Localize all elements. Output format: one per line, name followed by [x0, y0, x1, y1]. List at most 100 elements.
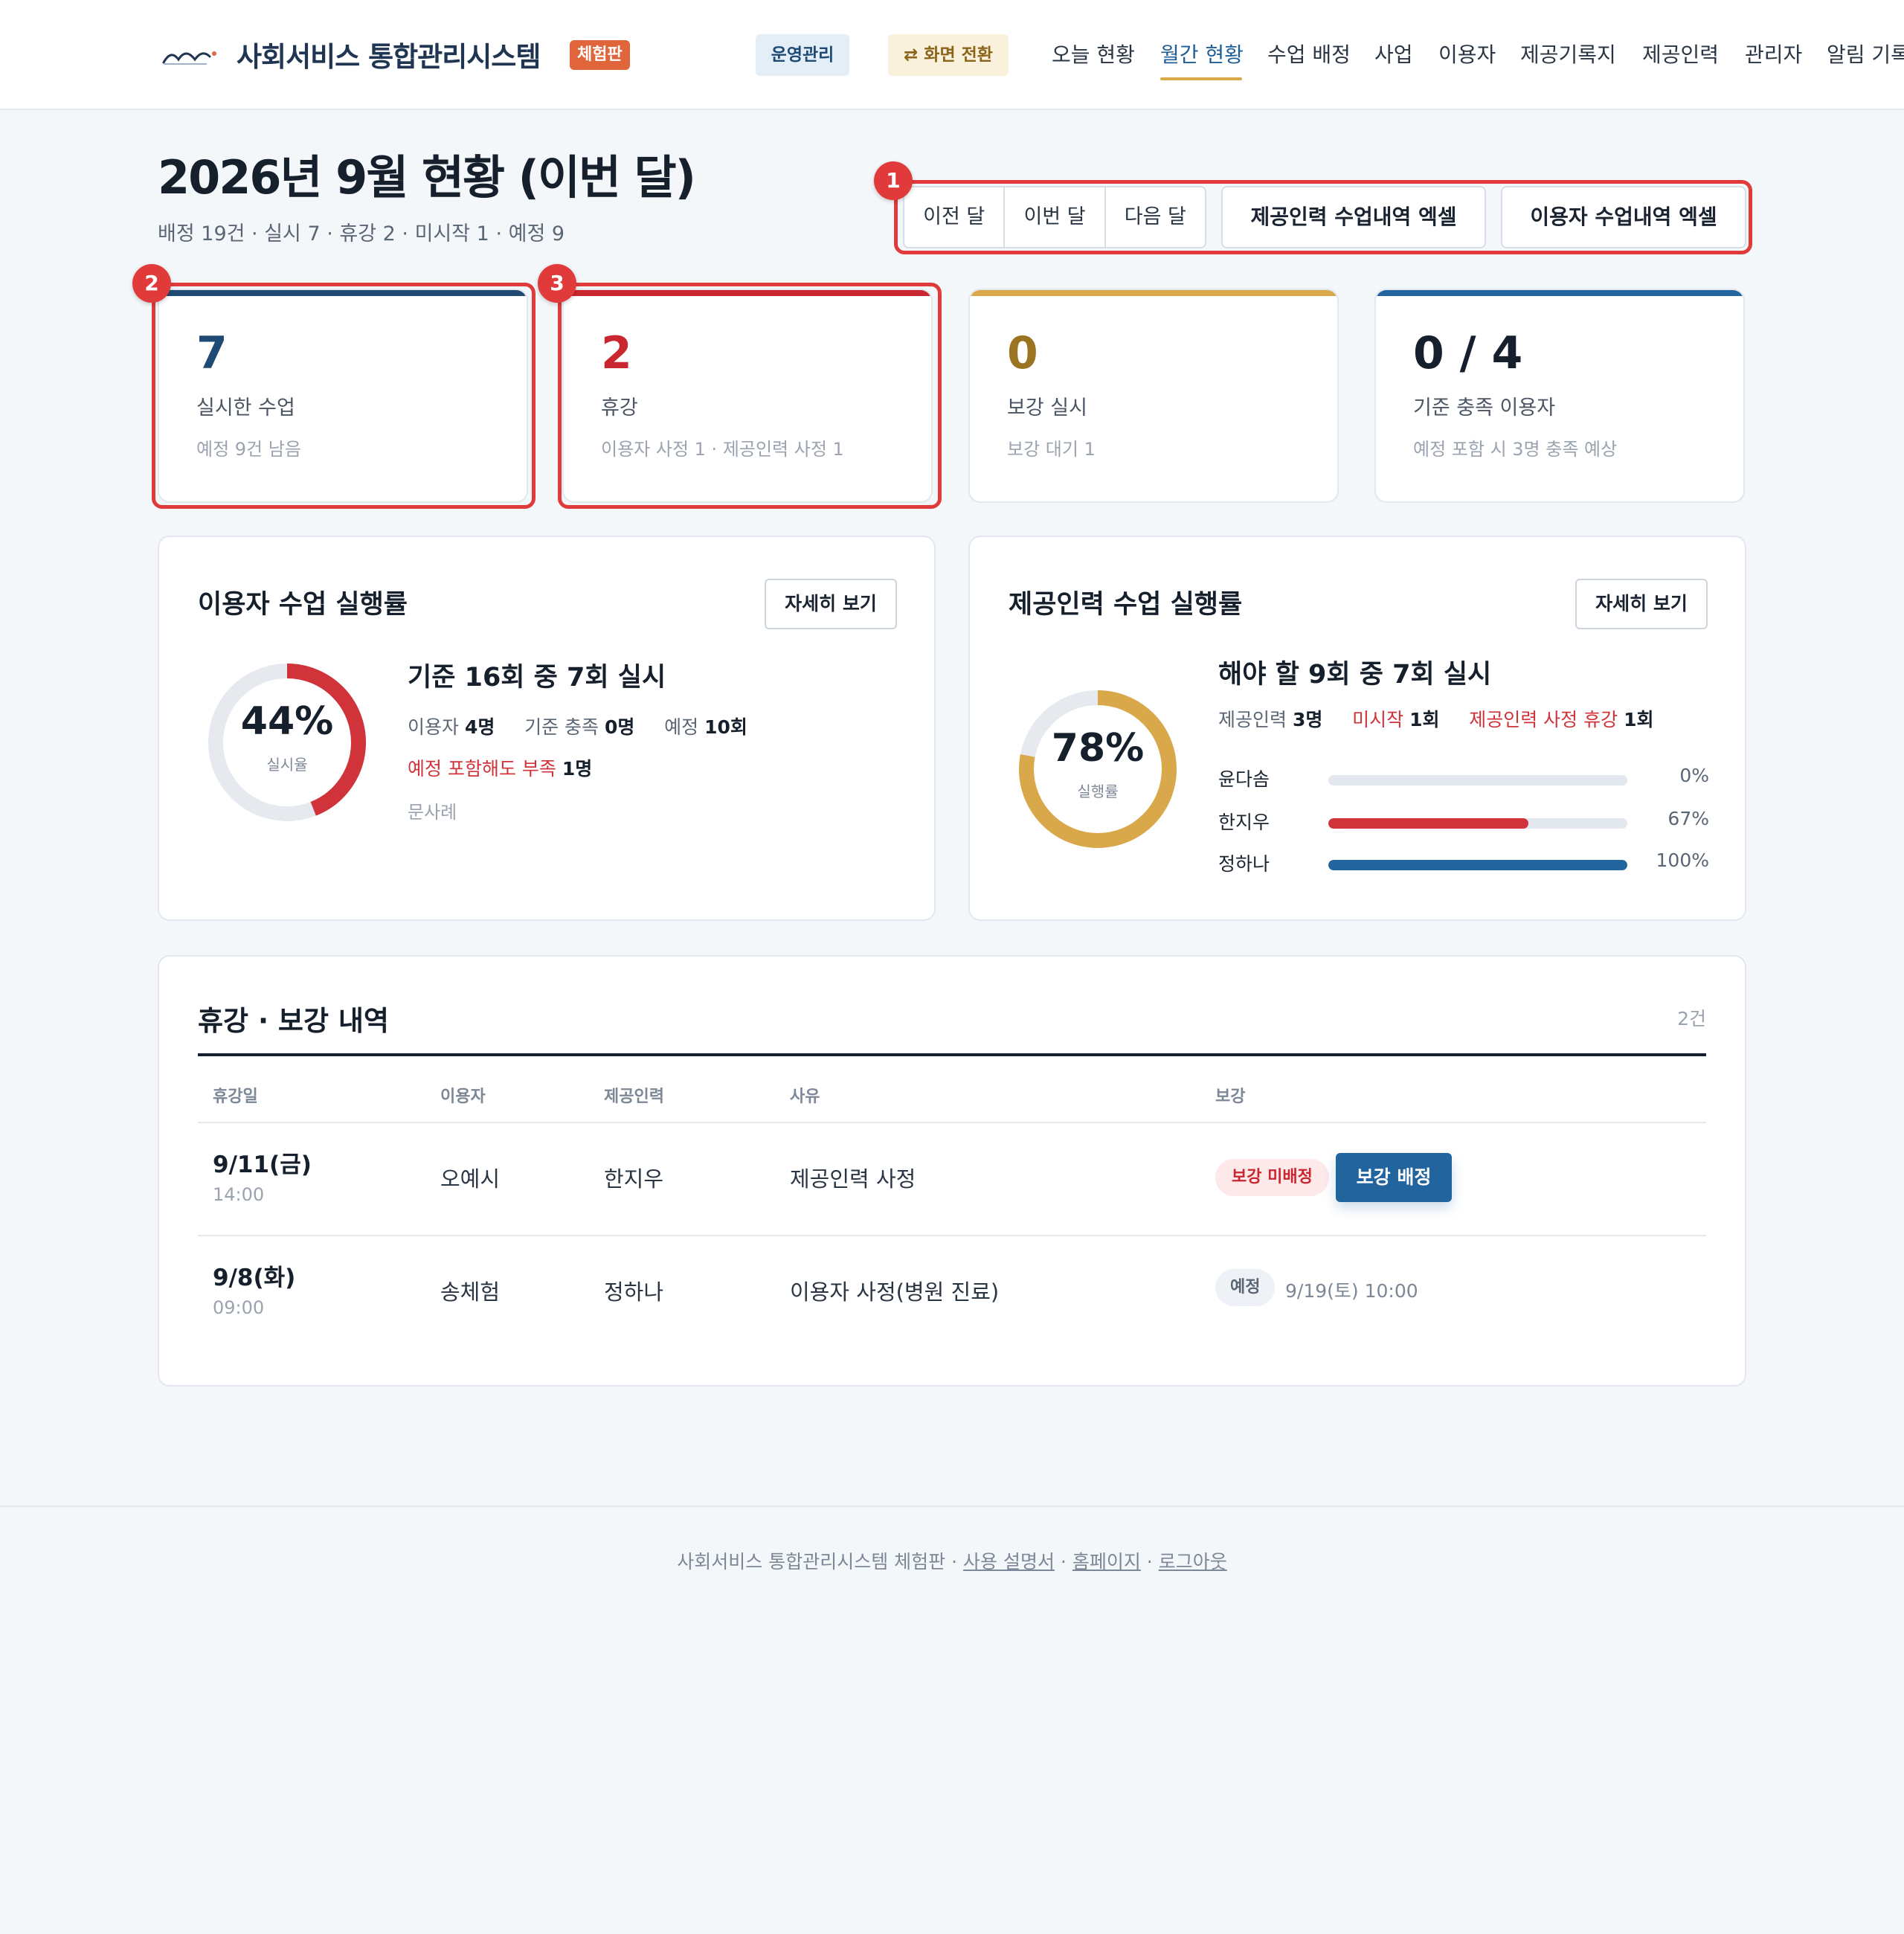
provider-name: 윤다솜 — [1218, 768, 1270, 790]
stat-note: 예정 9건 남음 — [196, 439, 301, 460]
top-header: 사회서비스 통합관리시스템 체험판 운영관리 ⇄ 화면 전환 오늘 현황 월간 … — [0, 0, 1904, 110]
nav-active-indicator — [1160, 77, 1242, 80]
provider-excel-button[interactable]: 제공인력 수업내역 엑셀 — [1221, 186, 1486, 248]
stat-accent-bar — [564, 290, 931, 296]
meta-label: 미시작 — [1352, 709, 1404, 730]
row-date: 9/8(화) — [213, 1265, 296, 1291]
shortfall-user-name: 문사례 — [408, 802, 457, 823]
donut-percent: 44% — [240, 699, 334, 744]
stat-label: 기준 충족 이용자 — [1413, 396, 1556, 420]
brand-title[interactable]: 사회서비스 통합관리시스템 — [237, 34, 541, 74]
progress-percent: 100% — [1656, 849, 1709, 871]
user-meta-line: 이용자 4명 기준 충족 0명 예정 10회 — [408, 713, 747, 739]
page-title: 2026년 9월 현황 (이번 달) — [158, 150, 696, 205]
user-excel-button[interactable]: 이용자 수업내역 엑셀 — [1501, 186, 1746, 248]
user-execution-panel: 이용자 수업 실행률 자세히 보기 44% 실시율 기준 16회 중 7회 실시… — [158, 536, 936, 921]
nav-users[interactable]: 이용자 — [1438, 39, 1496, 68]
annotation-badge-2: 2 — [132, 264, 171, 303]
stat-value: 2 — [601, 327, 632, 379]
meta-label: 제공인력 사정 휴강 — [1469, 709, 1618, 730]
provider-name: 정하나 — [1218, 853, 1270, 875]
row-user: 송체험 — [440, 1279, 501, 1305]
row-reason: 이용자 사정(병원 진료) — [790, 1279, 1000, 1305]
footer-link-manual[interactable]: 사용 설명서 — [963, 1551, 1055, 1572]
footer-divider — [0, 1506, 1904, 1507]
nav-notification-log[interactable]: 알림 기록 — [1827, 39, 1904, 68]
panel-title: 제공인력 수업 실행률 — [1009, 590, 1243, 620]
row-divider — [198, 1122, 1706, 1123]
donut-percent: 78% — [1051, 726, 1145, 771]
meta-label: 이용자 — [408, 716, 460, 738]
stat-label: 보강 실시 — [1007, 396, 1087, 420]
switch-view-button[interactable]: ⇄ 화면 전환 — [888, 34, 1009, 76]
nav-providers[interactable]: 제공인력 — [1642, 39, 1719, 68]
panel-title: 이용자 수업 실행률 — [198, 590, 408, 620]
nav-monthly[interactable]: 월간 현황 — [1160, 39, 1244, 68]
stat-label: 휴강 — [601, 396, 638, 420]
footer-text: 사회서비스 통합관리시스템 체험판 — [677, 1551, 946, 1572]
trial-badge: 체험판 — [570, 40, 630, 70]
progress-fill — [1328, 860, 1627, 870]
stat-note: 이용자 사정 1 · 제공인력 사정 1 — [601, 439, 844, 460]
progress-track — [1328, 818, 1627, 829]
prev-month-button[interactable]: 이전 달 — [904, 187, 1006, 247]
meta-value: 3명 — [1292, 709, 1323, 730]
row-reason: 제공인력 사정 — [790, 1166, 916, 1192]
provider-detail-button[interactable]: 자세히 보기 — [1575, 579, 1708, 629]
provider-name: 한지우 — [1218, 812, 1270, 833]
provider-bar-row: 정하나 100% — [1218, 849, 1709, 876]
user-headline: 기준 16회 중 7회 실시 — [408, 663, 666, 693]
next-month-button[interactable]: 다음 달 — [1106, 187, 1205, 247]
assign-makeup-button[interactable]: 보강 배정 — [1336, 1153, 1452, 1202]
progress-track — [1328, 860, 1627, 870]
row-date: 9/11(금) — [213, 1151, 312, 1178]
nav-admin[interactable]: 관리자 — [1745, 39, 1802, 68]
user-detail-button[interactable]: 자세히 보기 — [765, 579, 897, 629]
stat-value: 0 / 4 — [1413, 327, 1523, 379]
row-divider — [198, 1235, 1706, 1236]
column-header-makeup: 보강 — [1215, 1088, 1246, 1106]
meta-label: 예정 — [664, 716, 699, 738]
meta-value: 1회 — [1624, 709, 1654, 730]
stat-note: 예정 포함 시 3명 충족 예상 — [1413, 439, 1618, 460]
page-summary: 배정 19건 · 실시 7 · 휴강 2 · 미시작 1 · 예정 9 — [158, 222, 565, 245]
stat-card-completed: 7 실시한 수업 예정 9건 남음 — [158, 289, 528, 503]
provider-meta-line: 제공인력 3명 미시작 1회 제공인력 사정 휴강 1회 — [1218, 705, 1653, 732]
column-header-provider: 제공인력 — [604, 1088, 664, 1106]
footer-link-logout[interactable]: 로그아웃 — [1159, 1551, 1227, 1572]
progress-fill — [1328, 818, 1529, 829]
nav-service-records[interactable]: 제공기록지 — [1520, 39, 1616, 68]
nav-class-assign[interactable]: 수업 배정 — [1267, 39, 1351, 68]
row-provider: 정하나 — [604, 1279, 664, 1305]
meta-value: 4명 — [464, 716, 495, 738]
annotation-badge-1: 1 — [874, 161, 913, 200]
column-header-date: 휴강일 — [213, 1088, 258, 1106]
column-header-reason: 사유 — [790, 1088, 820, 1106]
shortfall-value: 1명 — [562, 758, 593, 780]
stat-card-makeup: 0 보강 실시 보강 대기 1 — [968, 289, 1339, 503]
nav-today[interactable]: 오늘 현황 — [1052, 39, 1135, 68]
meta-label: 기준 충족 — [524, 716, 599, 738]
stat-card-criteria: 0 / 4 기준 충족 이용자 예정 포함 시 3명 충족 예상 — [1374, 289, 1745, 503]
nav-business[interactable]: 사업 — [1374, 39, 1413, 68]
stat-accent-bar — [159, 290, 527, 296]
footer-link-homepage[interactable]: 홈페이지 — [1072, 1551, 1141, 1572]
this-month-button[interactable]: 이번 달 — [1005, 187, 1106, 247]
meta-value: 10회 — [704, 716, 747, 738]
month-navigation: 이전 달 이번 달 다음 달 — [903, 186, 1206, 248]
stat-value: 7 — [196, 327, 228, 379]
makeup-datetime: 9/19(토) 10:00 — [1285, 1280, 1418, 1302]
row-provider: 한지우 — [604, 1166, 664, 1192]
makeup-status-badge: 보강 미배정 — [1215, 1159, 1329, 1196]
footer: 사회서비스 통합관리시스템 체험판 · 사용 설명서 · 홈페이지 · 로그아웃 — [677, 1551, 1227, 1572]
stat-accent-bar — [1376, 290, 1743, 296]
user-donut-chart: 44% 실시율 — [205, 661, 369, 824]
stat-accent-bar — [970, 290, 1337, 296]
row-time: 09:00 — [213, 1297, 265, 1318]
operations-button[interactable]: 운영관리 — [756, 34, 849, 76]
provider-execution-panel: 제공인력 수업 실행률 자세히 보기 78% 실행률 해야 할 9회 중 7회 … — [968, 536, 1746, 921]
meta-label: 제공인력 — [1218, 709, 1287, 730]
provider-donut-chart: 78% 실행률 — [1016, 687, 1180, 851]
column-header-user: 이용자 — [440, 1088, 486, 1106]
cancel-makeup-panel: 휴강 · 보강 내역 2건 휴강일 이용자 제공인력 사유 보강 9/11(금)… — [158, 955, 1746, 1387]
